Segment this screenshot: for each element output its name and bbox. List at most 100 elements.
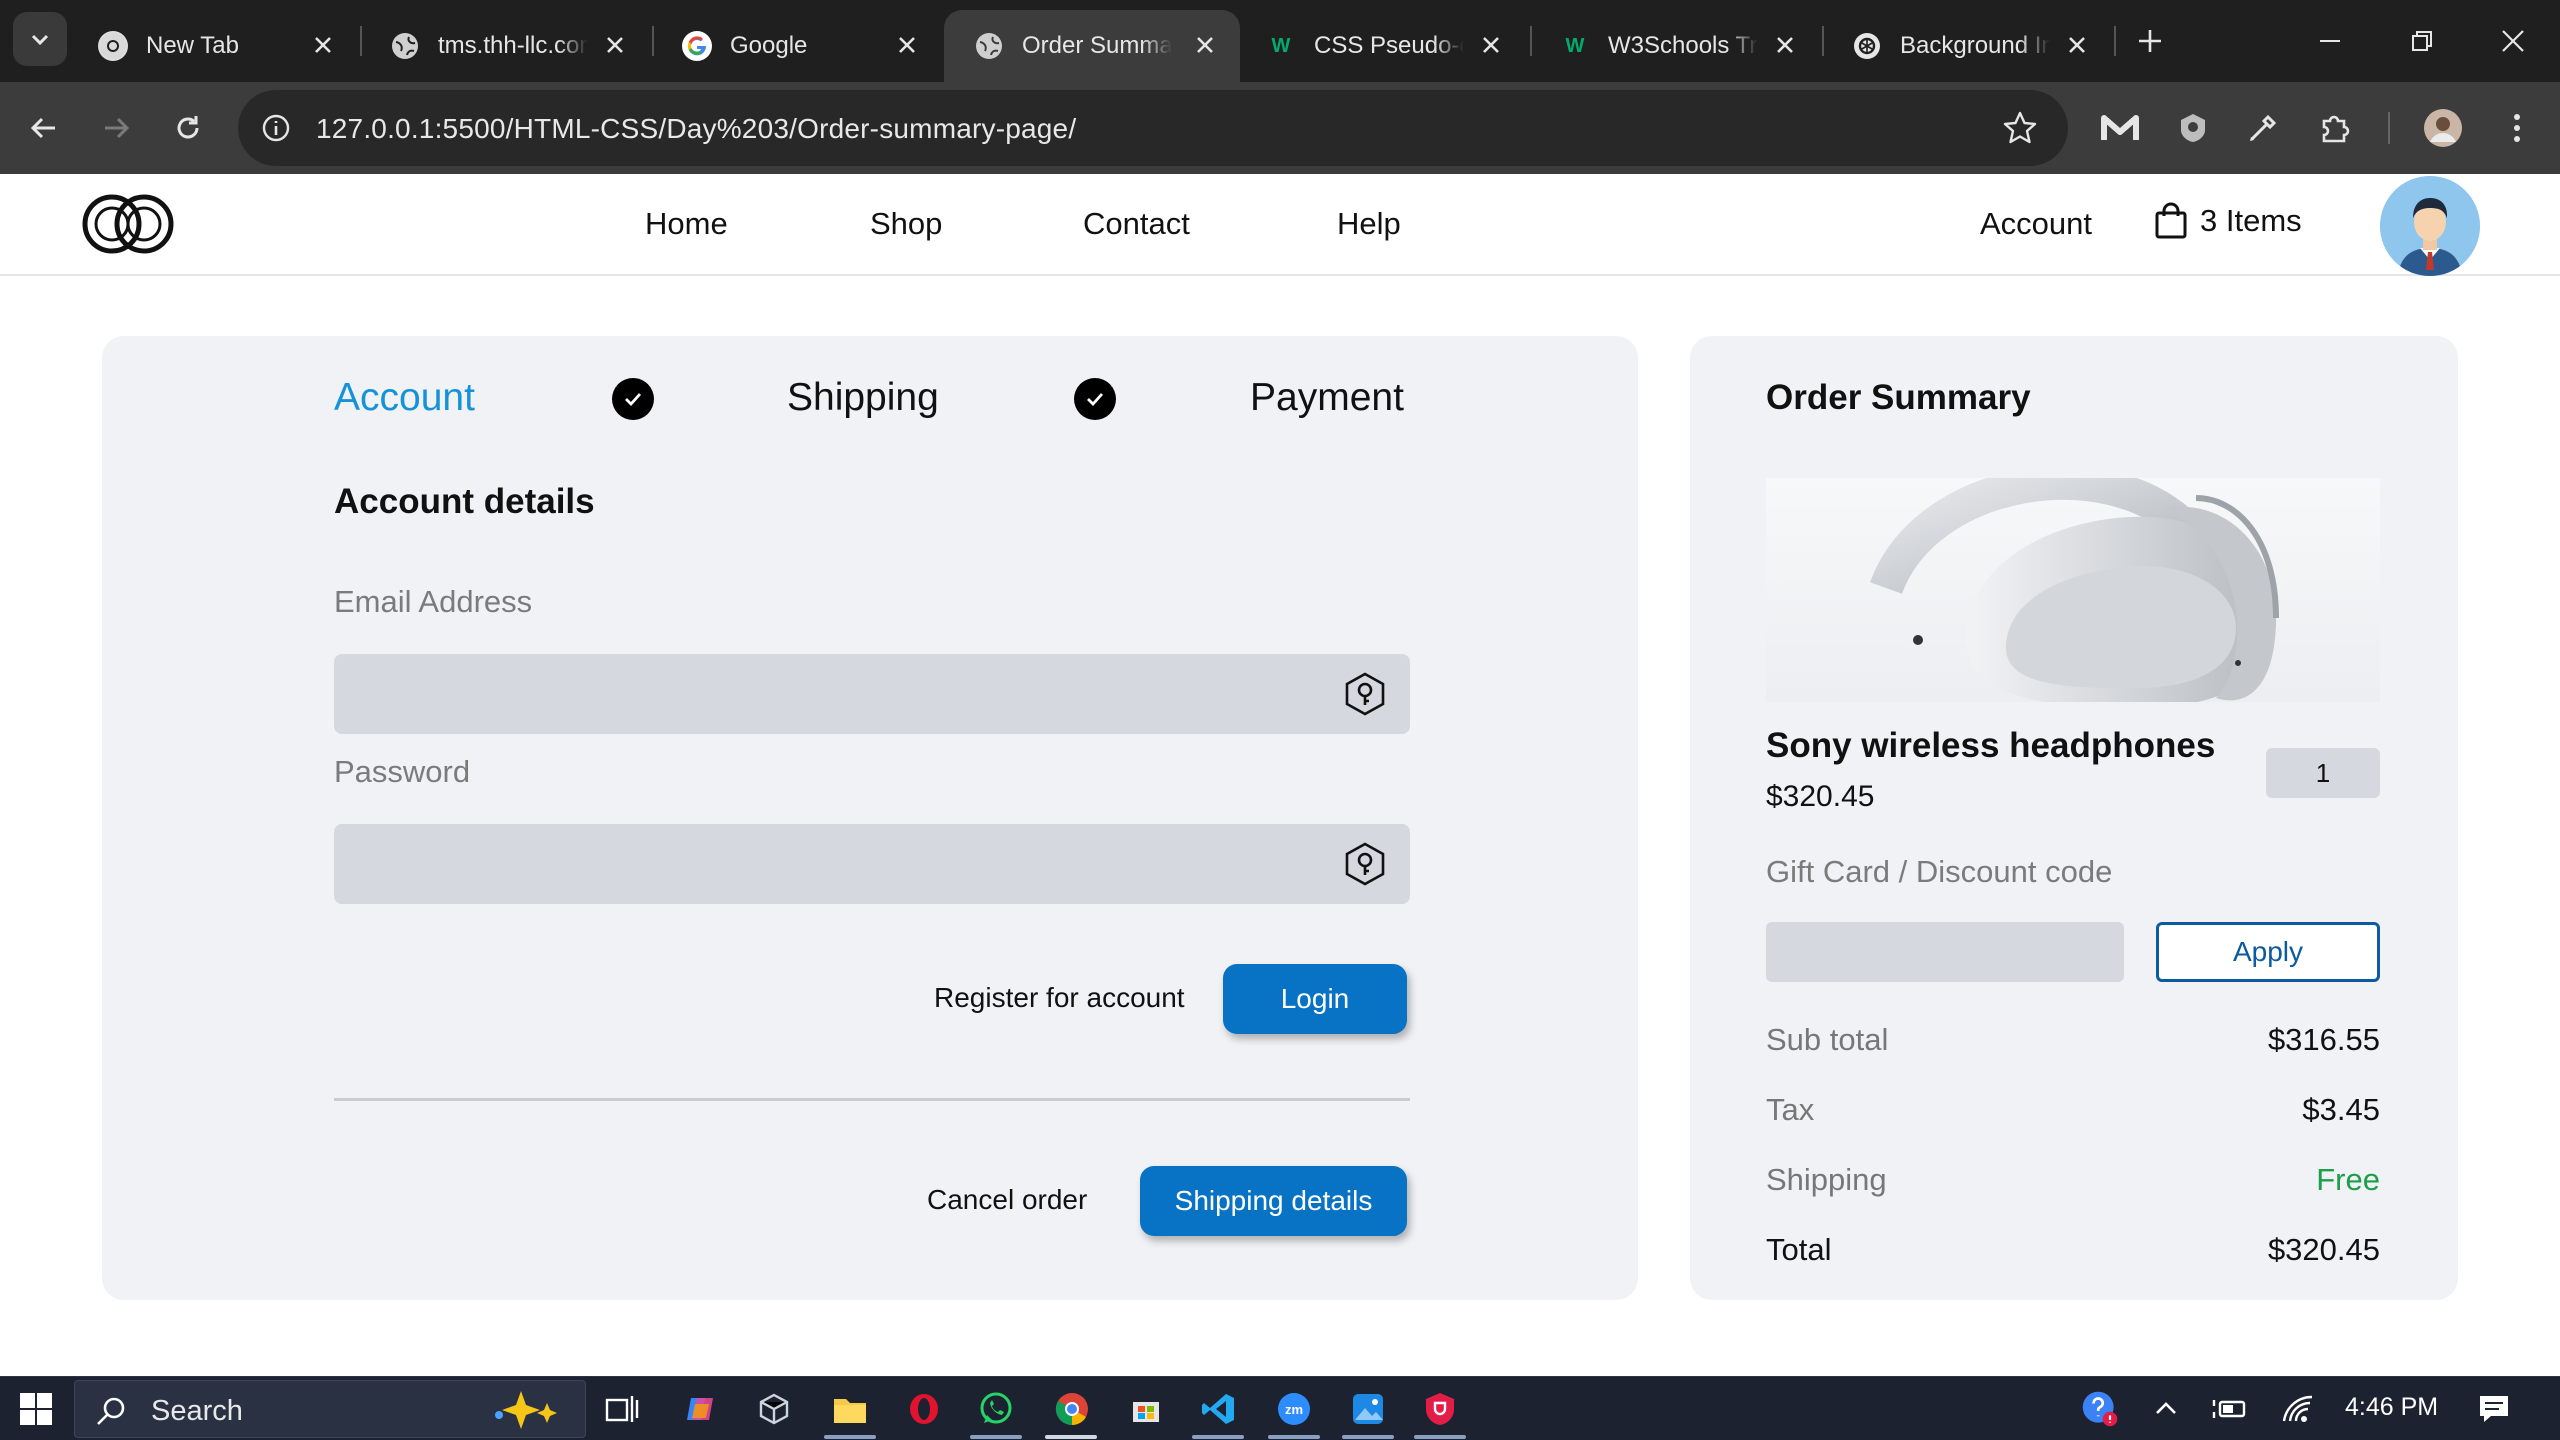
running-indicator	[970, 1435, 1022, 1439]
security-shield-icon[interactable]	[1420, 1389, 1460, 1429]
tab-background-image[interactable]: Background Image	[1822, 10, 2112, 82]
globe-icon	[974, 31, 1004, 61]
tab-tms[interactable]: tms.thh-llc.com	[360, 10, 650, 82]
nav-shop[interactable]: Shop	[870, 206, 942, 242]
running-indicator	[1192, 1435, 1244, 1439]
chevron-up-icon[interactable]	[2146, 1389, 2186, 1429]
step-shipping[interactable]: Shipping	[787, 376, 939, 420]
notifications-icon[interactable]	[2474, 1389, 2514, 1429]
tab-order-summary[interactable]: Order Summary	[944, 10, 1240, 82]
nav-home[interactable]: Home	[645, 206, 728, 242]
tab-css-pseudo[interactable]: W CSS Pseudo-classes	[1236, 10, 1526, 82]
restore-button[interactable]	[2397, 16, 2447, 66]
total-label: Total	[1766, 1232, 1832, 1267]
nav-account[interactable]: Account	[1980, 206, 2092, 242]
active-indicator	[1045, 1435, 1097, 1439]
battery-icon[interactable]	[2210, 1389, 2250, 1429]
browser-toolbar: 127.0.0.1:5500/HTML-CSS/Day%203/Order-su…	[0, 82, 2560, 174]
discount-field[interactable]	[1766, 922, 2124, 982]
user-avatar[interactable]	[2380, 176, 2480, 276]
profile-avatar-small[interactable]	[2418, 103, 2468, 153]
w3schools-icon: W	[1271, 34, 1291, 57]
extensions-puzzle-icon[interactable]	[2310, 103, 2360, 153]
microsoft-store-icon[interactable]	[1126, 1389, 1166, 1429]
close-icon[interactable]	[1192, 32, 1218, 58]
close-icon[interactable]	[1478, 32, 1504, 58]
extension-m-icon[interactable]	[2095, 103, 2145, 153]
email-input[interactable]	[334, 654, 1410, 734]
file-explorer-icon[interactable]	[830, 1389, 870, 1429]
close-icon[interactable]	[1772, 32, 1798, 58]
password-field[interactable]	[334, 824, 1410, 904]
photos-icon[interactable]	[1348, 1389, 1388, 1429]
section-title: Account details	[334, 482, 595, 521]
login-button[interactable]: Login	[1223, 964, 1407, 1034]
zoom-icon[interactable]: zm	[1274, 1389, 1314, 1429]
password-label: Password	[334, 754, 471, 789]
close-icon[interactable]	[310, 32, 336, 58]
tab-title: W3Schools Tryit	[1608, 32, 1758, 59]
nav-contact[interactable]: Contact	[1083, 206, 1190, 242]
chrome-taskbar-icon[interactable]	[1052, 1389, 1092, 1429]
opera-icon[interactable]	[904, 1389, 944, 1429]
close-icon[interactable]	[894, 32, 920, 58]
register-link[interactable]: Register for account	[934, 982, 1185, 1014]
eyedropper-icon[interactable]	[2238, 103, 2288, 153]
cart-button[interactable]: 3 Items	[2154, 202, 2302, 240]
start-button[interactable]	[16, 1389, 56, 1429]
tax-value: $3.45	[2302, 1092, 2380, 1127]
running-indicator	[824, 1435, 876, 1439]
password-input[interactable]	[334, 824, 1410, 904]
extension-shield-icon[interactable]	[2168, 103, 2218, 153]
wifi-icon[interactable]	[2278, 1389, 2318, 1429]
url-text[interactable]: 127.0.0.1:5500/HTML-CSS/Day%203/Order-su…	[316, 113, 1076, 145]
key-hexagon-icon[interactable]	[1342, 671, 1388, 717]
globe-icon	[390, 31, 420, 61]
shipping-details-button[interactable]: Shipping details	[1140, 1166, 1407, 1236]
tab-new-tab[interactable]: New Tab	[68, 10, 358, 82]
arrow-left-icon	[30, 117, 55, 139]
cancel-order-link[interactable]: Cancel order	[927, 1184, 1087, 1216]
reload-icon	[177, 116, 199, 139]
reload-button[interactable]	[165, 105, 211, 151]
tab-search-button[interactable]	[13, 12, 67, 66]
nav-help[interactable]: Help	[1337, 206, 1401, 242]
browser-menu-icon[interactable]	[2492, 103, 2542, 153]
step-complete-check	[1074, 378, 1116, 420]
step-account[interactable]: Account	[334, 376, 475, 420]
running-indicator	[1268, 1435, 1320, 1439]
email-label: Email Address	[334, 584, 533, 619]
key-hexagon-icon[interactable]	[1342, 841, 1388, 887]
task-view-icon[interactable]	[602, 1389, 642, 1429]
close-icon[interactable]	[2064, 32, 2090, 58]
apply-button[interactable]: Apply	[2156, 922, 2380, 982]
forward-button[interactable]	[93, 105, 139, 151]
3d-box-icon[interactable]	[754, 1389, 794, 1429]
clock-time[interactable]: 4:46 PM	[2345, 1393, 2438, 1422]
copilot-icon[interactable]	[680, 1389, 720, 1429]
quantity-input[interactable]: 1	[2266, 748, 2380, 798]
email-field[interactable]	[334, 654, 1410, 734]
headphones-image	[1870, 478, 2279, 702]
product-name: Sony wireless headphones	[1766, 726, 2216, 765]
help-badge-icon[interactable]	[2080, 1389, 2120, 1429]
discount-input[interactable]	[1766, 922, 2124, 982]
tab-w3schools-tryit[interactable]: W W3Schools Tryit	[1530, 10, 1820, 82]
close-window-button[interactable]	[2488, 16, 2538, 66]
restore-icon	[2412, 31, 2432, 51]
vscode-icon[interactable]	[1198, 1389, 1238, 1429]
logo-icon[interactable]	[76, 192, 180, 256]
tab-google[interactable]: Google	[652, 10, 942, 82]
bookmark-star-icon[interactable]	[2002, 110, 2038, 146]
address-bar[interactable]: 127.0.0.1:5500/HTML-CSS/Day%203/Order-su…	[238, 90, 2068, 166]
site-info-icon[interactable]	[260, 112, 292, 144]
tab-title: Background Image	[1900, 32, 2050, 59]
tax-label: Tax	[1766, 1092, 1815, 1127]
back-button[interactable]	[21, 105, 67, 151]
step-payment[interactable]: Payment	[1250, 376, 1404, 420]
new-tab-button[interactable]	[2125, 16, 2175, 66]
close-icon[interactable]	[602, 32, 628, 58]
minimize-button[interactable]	[2305, 16, 2355, 66]
whatsapp-icon[interactable]	[976, 1389, 1016, 1429]
taskbar-search-box[interactable]: Search	[74, 1380, 586, 1438]
